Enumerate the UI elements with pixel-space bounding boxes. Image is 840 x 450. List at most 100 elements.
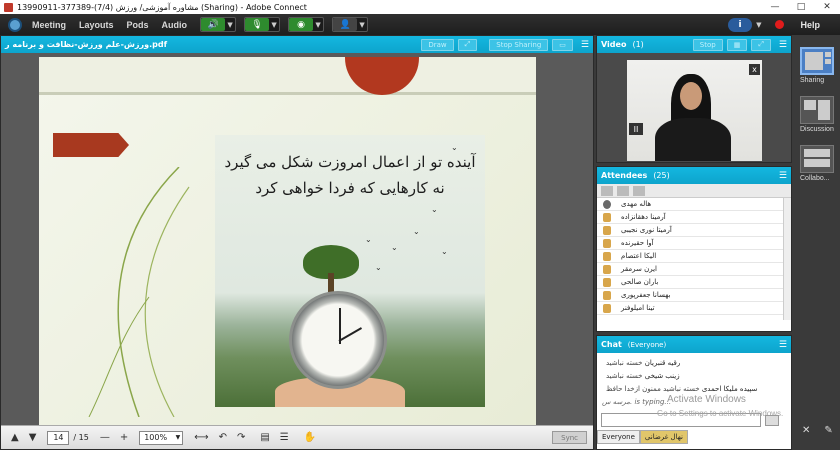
current-page-input[interactable]: 14: [47, 430, 70, 445]
adobe-connect-app-icon: [4, 2, 13, 12]
participant-icon: [603, 238, 611, 248]
tab-private-chat[interactable]: نهال غرضانی: [639, 430, 688, 444]
video-fullscreen-button[interactable]: ⤢: [751, 38, 771, 51]
redo-icon[interactable]: ↷: [237, 432, 245, 443]
tab-everyone[interactable]: Everyone: [597, 430, 640, 444]
menu-audio[interactable]: Audio: [162, 20, 188, 30]
attendee-row-host[interactable]: هاله مهدی: [597, 198, 791, 211]
share-options-button[interactable]: ▭: [552, 38, 573, 51]
menu-bar: Meeting Layouts Pods Audio 🔊 ▼ 🎙 ▼ ◉ ▼ 👤…: [0, 14, 840, 35]
clock-hand: [338, 327, 363, 342]
sync-button[interactable]: Sync: [552, 431, 587, 444]
participant-icon: [603, 251, 611, 261]
participant-icon: [603, 303, 611, 313]
zoom-out-icon[interactable]: —: [100, 432, 110, 443]
pause-video-button[interactable]: II: [629, 123, 643, 135]
record-icon[interactable]: [775, 20, 785, 29]
attendees-toolbar: [597, 184, 791, 198]
chat-scope: (Everyone): [627, 340, 667, 349]
menu-pods[interactable]: Pods: [127, 20, 149, 30]
webcam-button[interactable]: ◉ ▼: [288, 17, 325, 32]
chat-tabs: Everyone نهال غرضانی: [597, 430, 688, 444]
fit-width-icon[interactable]: ⟷: [194, 432, 208, 443]
status-button[interactable]: 👤 ▼: [332, 17, 369, 32]
stop-sharing-button[interactable]: Stop Sharing: [489, 38, 549, 51]
chat-pod-header: Chat (Everyone) ☰: [597, 336, 791, 353]
bird-icon: ⌄: [441, 247, 448, 256]
speaker-button[interactable]: 🔊 ▼: [200, 17, 237, 32]
adobe-connect-logo: [8, 17, 22, 32]
chevron-down-icon[interactable]: ▼: [225, 21, 235, 29]
attendee-row[interactable]: آرمیتا نوری نجیبی: [597, 224, 791, 237]
close-window-button[interactable]: ✕: [814, 0, 840, 14]
chevron-down-icon[interactable]: ▼: [313, 21, 323, 29]
participant-icon: [603, 264, 611, 274]
attendee-name: ایرن سرمقر: [621, 265, 658, 273]
pod-options-menu-icon[interactable]: ☰: [779, 340, 787, 350]
pod-options-menu-icon[interactable]: ☰: [581, 40, 589, 50]
pod-options-menu-icon[interactable]: ☰: [779, 40, 787, 50]
send-message-button[interactable]: [765, 415, 779, 426]
zoom-value: 100%: [144, 433, 168, 442]
layouts-bottom-controls: ✕ ✎: [802, 425, 833, 436]
chat-message: رقیه قنبریان خسته نباشید: [602, 357, 786, 370]
attendee-name: باران صالحی: [621, 278, 659, 286]
draw-button[interactable]: Draw: [421, 38, 454, 51]
chevron-down-icon[interactable]: ▼: [357, 21, 367, 29]
attendee-row[interactable]: آوا حقیرنده: [597, 237, 791, 250]
chevron-down-icon[interactable]: ▼: [756, 21, 761, 29]
close-layouts-icon[interactable]: ✕: [802, 425, 810, 436]
attendees-pod-header: Attendees (25) ☰: [597, 167, 791, 184]
page-up-arrow-icon[interactable]: ▲: [11, 432, 19, 443]
fullscreen-button[interactable]: ⤢: [457, 38, 478, 51]
monitor-icon: ▭: [559, 40, 566, 49]
attendee-row[interactable]: باران صالحی: [597, 276, 791, 289]
zoom-in-icon[interactable]: +: [120, 432, 128, 443]
chat-author: سپیده ملیکا احمدی: [701, 385, 758, 393]
list-view-icon[interactable]: [601, 185, 613, 196]
attendee-row[interactable]: آرمینا دهقانزاده: [597, 211, 791, 224]
slide-decor-arrow: [53, 133, 129, 157]
microphone-button[interactable]: 🎙 ▼: [244, 17, 281, 32]
chat-messages: رقیه قنبریان خسته نباشید زینب شیخی خسته …: [597, 353, 791, 415]
slide-quote-line-2: نه کارهایی که فردا خواهی کرد: [255, 179, 445, 197]
host-phone-icon: [603, 199, 611, 209]
maximize-button[interactable]: □: [788, 0, 814, 14]
wrench-icon[interactable]: ✎: [824, 425, 832, 436]
page-down-arrow-icon[interactable]: ▼: [29, 432, 37, 443]
close-video-button[interactable]: x: [749, 64, 760, 75]
layout-sharing-thumbnail[interactable]: [800, 47, 834, 75]
document-icon[interactable]: ▤: [260, 432, 269, 443]
settings-icon[interactable]: [633, 185, 645, 196]
info-button[interactable]: i: [728, 17, 753, 32]
layout-discussion-thumbnail[interactable]: [800, 96, 834, 124]
attendees-pod: Attendees (25) ☰ هاله مهدی آرمینا دهقانز…: [596, 166, 792, 332]
attendee-name: هاله مهدی: [621, 200, 652, 208]
attendee-scrollbar[interactable]: [783, 198, 791, 320]
hand-tool-icon[interactable]: ✋: [304, 432, 316, 443]
speaker-icon: 🔊: [201, 18, 226, 31]
layout-sharing-label[interactable]: Sharing: [800, 77, 840, 84]
zoom-select[interactable]: 100% ▼: [139, 430, 184, 445]
minimize-button[interactable]: —: [762, 0, 788, 14]
breakout-icon[interactable]: [617, 185, 629, 196]
attendee-row[interactable]: تینا امیلوفنر: [597, 302, 791, 315]
undo-icon[interactable]: ↶: [219, 432, 227, 443]
attendee-row[interactable]: الیکا اعتصام: [597, 250, 791, 263]
stop-video-button[interactable]: Stop: [692, 38, 723, 51]
video-layout-button[interactable]: ▦: [726, 38, 748, 51]
layout-discussion-label[interactable]: Discussion: [800, 126, 840, 133]
list-icon[interactable]: ☰: [280, 432, 289, 443]
layout-collaboration-label[interactable]: Collabo...: [800, 175, 840, 182]
chevron-down-icon[interactable]: ▼: [269, 21, 279, 29]
attendee-row[interactable]: ایرن سرمقر: [597, 263, 791, 276]
attendee-row[interactable]: بهسانا جعفرپوری: [597, 289, 791, 302]
chevron-down-icon: ▼: [175, 434, 181, 441]
layout-collaboration-thumbnail[interactable]: [800, 145, 834, 173]
pod-options-menu-icon[interactable]: ☰: [779, 171, 787, 181]
menu-layouts[interactable]: Layouts: [79, 20, 114, 30]
chat-author: زینب شیخی: [644, 372, 680, 380]
help-link[interactable]: Help: [800, 20, 820, 30]
menu-meeting[interactable]: Meeting: [32, 20, 66, 30]
bird-icon: ⌄: [431, 205, 438, 214]
